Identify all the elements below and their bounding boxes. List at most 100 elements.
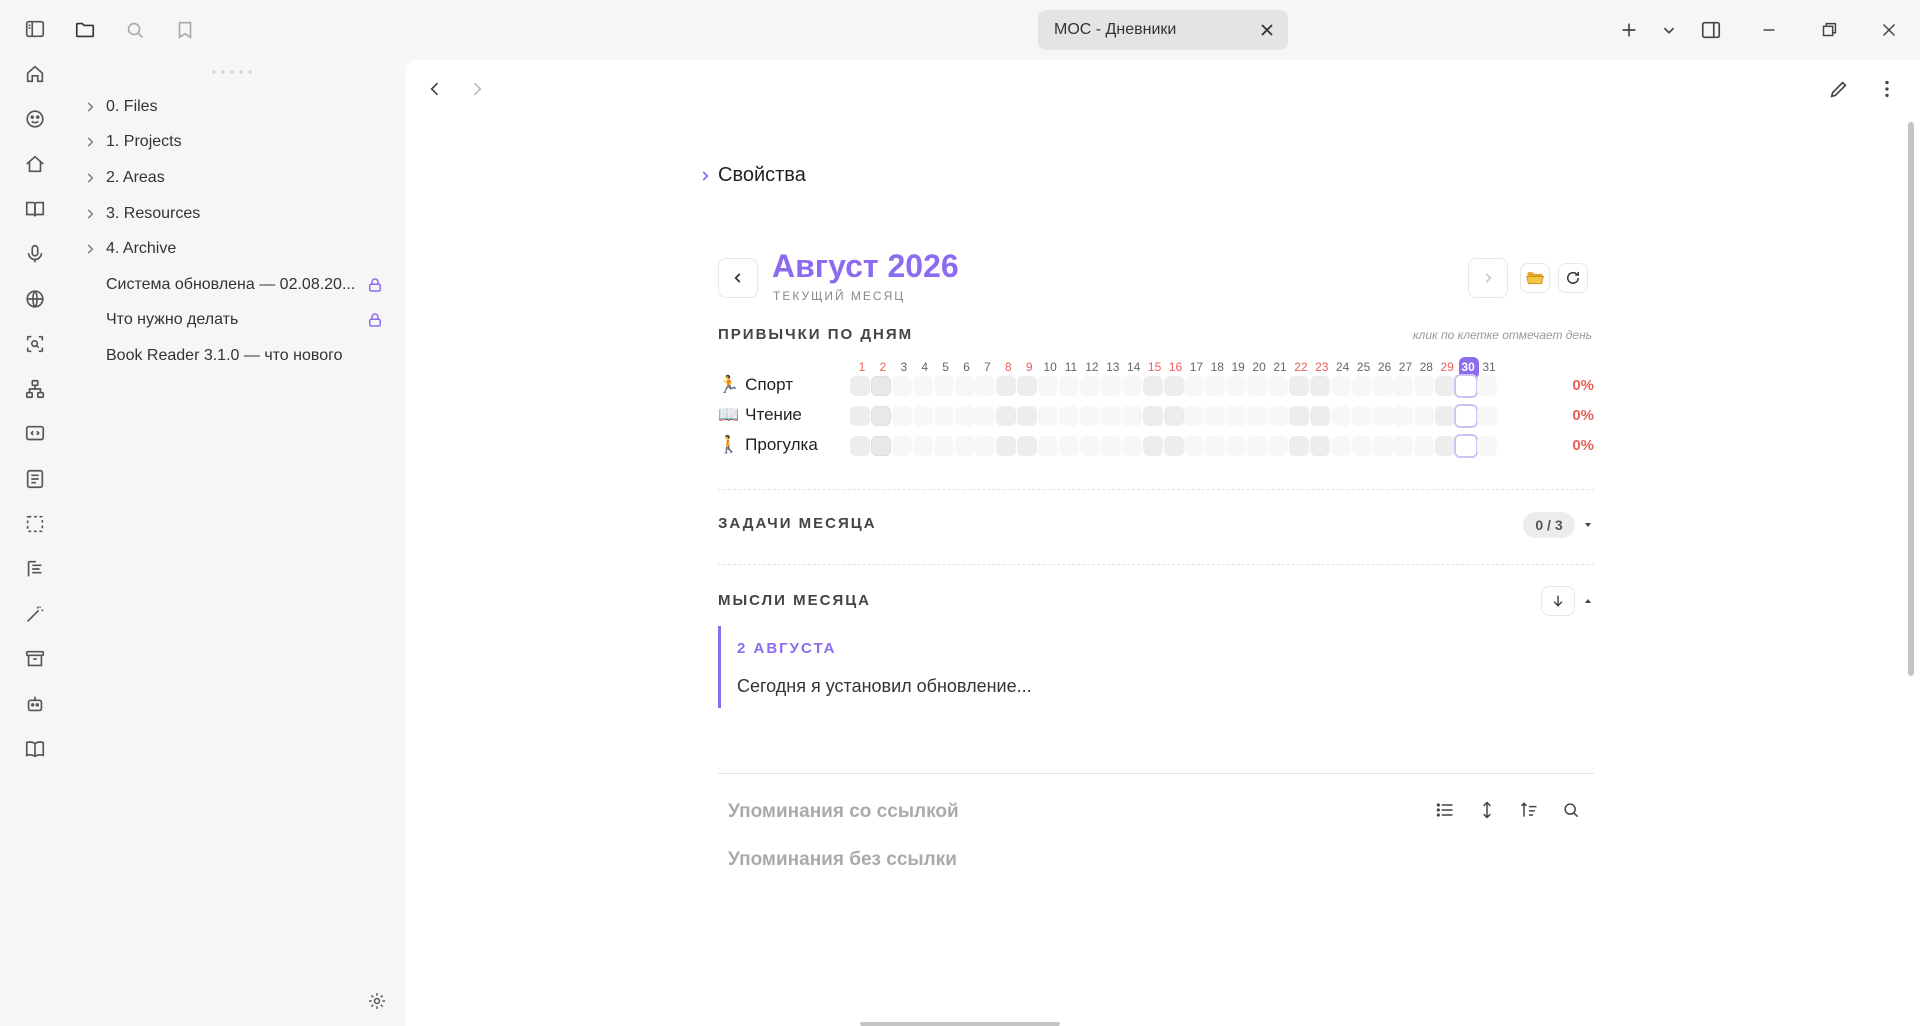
unlinked-mentions-title[interactable]: Упоминания без ссылки <box>728 849 957 871</box>
habit-day-cell[interactable] <box>1454 374 1479 398</box>
vertical-scrollbar[interactable] <box>1908 122 1914 676</box>
habit-day-cell[interactable] <box>1454 404 1479 428</box>
folder-item[interactable]: 0. Files <box>80 90 390 124</box>
folder-item[interactable]: 4. Archive <box>80 232 390 266</box>
expand-vertical-icon[interactable] <box>1472 795 1502 825</box>
habit-day-cell[interactable] <box>1268 376 1288 396</box>
habit-day-cell[interactable] <box>996 406 1017 426</box>
habit-day-cell[interactable] <box>1059 436 1079 456</box>
habit-day-cell[interactable] <box>1454 434 1479 458</box>
more-options-icon[interactable] <box>1872 74 1902 104</box>
home-icon[interactable] <box>22 61 48 87</box>
habit-day-cell[interactable] <box>891 436 912 456</box>
habit-day-cell[interactable] <box>1247 406 1268 426</box>
habit-day-cell[interactable] <box>1142 406 1163 426</box>
open-folder-icon[interactable] <box>1520 263 1550 293</box>
folder-item[interactable]: 3. Resources <box>80 197 390 231</box>
open-book-icon[interactable] <box>22 736 48 762</box>
habit-day-cell[interactable] <box>1330 376 1351 396</box>
habit-day-cell[interactable] <box>1309 376 1330 396</box>
habit-day-cell[interactable] <box>1288 436 1309 456</box>
habit-day-cell[interactable] <box>1477 436 1497 456</box>
collapse-caret-icon[interactable] <box>1582 518 1594 530</box>
globe-icon[interactable] <box>22 286 48 312</box>
habit-day-cell[interactable] <box>1163 436 1184 456</box>
forward-arrow-icon[interactable] <box>462 74 492 104</box>
code-message-icon[interactable] <box>22 421 48 447</box>
habit-day-cell[interactable] <box>975 436 996 456</box>
folder-item[interactable]: 2. Areas <box>80 161 390 195</box>
bot-icon[interactable] <box>22 691 48 717</box>
search-mentions-icon[interactable] <box>1556 795 1586 825</box>
habit-day-cell[interactable] <box>1309 406 1330 426</box>
habit-day-cell[interactable] <box>1393 436 1414 456</box>
next-month-button[interactable] <box>1468 258 1508 298</box>
habit-day-cell[interactable] <box>1226 436 1247 456</box>
habit-day-cell[interactable] <box>912 436 933 456</box>
network-icon[interactable] <box>22 376 48 402</box>
habit-day-cell[interactable] <box>1100 436 1121 456</box>
habit-day-cell[interactable] <box>975 406 996 426</box>
habit-day-cell[interactable] <box>933 436 954 456</box>
habit-day-cell[interactable] <box>1205 406 1226 426</box>
habit-day-cell[interactable] <box>1393 406 1414 426</box>
sort-icon[interactable] <box>1514 795 1544 825</box>
habit-day-cell[interactable] <box>1226 376 1247 396</box>
habit-day-cell[interactable] <box>1414 436 1435 456</box>
habit-day-cell[interactable] <box>1247 376 1268 396</box>
habit-day-cell[interactable] <box>1351 436 1372 456</box>
toggle-sidebar-icon[interactable] <box>22 16 48 42</box>
chevron-down-icon[interactable] <box>1654 15 1684 45</box>
mic-icon[interactable] <box>22 241 48 267</box>
habit-day-cell[interactable] <box>1435 376 1456 396</box>
habit-day-cell[interactable] <box>1372 406 1393 426</box>
habit-day-cell[interactable] <box>1038 376 1059 396</box>
magic-wand-icon[interactable] <box>22 601 48 627</box>
habit-day-cell[interactable] <box>1142 376 1163 396</box>
expand-caret-icon[interactable] <box>1582 595 1594 607</box>
habit-day-cell[interactable] <box>1121 436 1142 456</box>
habit-day-cell[interactable] <box>1017 436 1038 456</box>
habit-day-cell[interactable] <box>870 436 891 456</box>
habit-day-cell[interactable] <box>1330 436 1351 456</box>
list-view-icon[interactable] <box>1430 795 1460 825</box>
habit-day-cell[interactable] <box>1184 406 1205 426</box>
prev-month-button[interactable] <box>718 258 758 298</box>
habit-day-cell[interactable] <box>975 376 996 396</box>
habit-day-cell[interactable] <box>996 376 1017 396</box>
habit-day-cell[interactable] <box>933 406 954 426</box>
bookmark-icon[interactable] <box>170 15 200 45</box>
file-item[interactable]: Что нужно делать <box>80 303 390 337</box>
habit-day-cell[interactable] <box>1330 406 1351 426</box>
refresh-icon[interactable] <box>1558 263 1588 293</box>
habit-day-cell[interactable] <box>1435 436 1456 456</box>
properties-toggle[interactable]: Свойства <box>698 164 806 187</box>
habit-day-cell[interactable] <box>1205 436 1226 456</box>
habit-day-cell[interactable] <box>1288 376 1309 396</box>
habit-day-cell[interactable] <box>1268 436 1288 456</box>
thought-text[interactable]: Сегодня я установил обновление... <box>737 676 1032 697</box>
habit-day-cell[interactable] <box>1017 406 1038 426</box>
dashed-square-icon[interactable] <box>22 511 48 537</box>
folder-item[interactable]: 1. Projects <box>80 125 390 159</box>
habit-day-cell[interactable] <box>954 376 975 396</box>
archive-icon[interactable] <box>22 646 48 672</box>
drag-handle[interactable] <box>208 70 258 74</box>
habit-day-cell[interactable] <box>1163 406 1184 426</box>
habit-day-cell[interactable] <box>1184 436 1205 456</box>
habit-day-cell[interactable] <box>1414 376 1435 396</box>
habit-day-cell[interactable] <box>850 376 870 396</box>
habit-day-cell[interactable] <box>1079 436 1100 456</box>
habit-day-cell[interactable] <box>1351 406 1372 426</box>
habit-day-cell[interactable] <box>1121 376 1142 396</box>
habit-day-cell[interactable] <box>912 376 933 396</box>
habit-day-cell[interactable] <box>1017 376 1038 396</box>
habit-day-cell[interactable] <box>1184 376 1205 396</box>
search-icon[interactable] <box>120 15 150 45</box>
habit-day-cell[interactable] <box>870 376 891 396</box>
tab-active[interactable]: MOC - Дневники <box>1038 10 1288 50</box>
habit-day-cell[interactable] <box>1414 406 1435 426</box>
habit-day-cell[interactable] <box>1038 406 1059 426</box>
toggle-right-sidebar-icon[interactable] <box>1696 15 1726 45</box>
habit-day-cell[interactable] <box>1477 376 1497 396</box>
